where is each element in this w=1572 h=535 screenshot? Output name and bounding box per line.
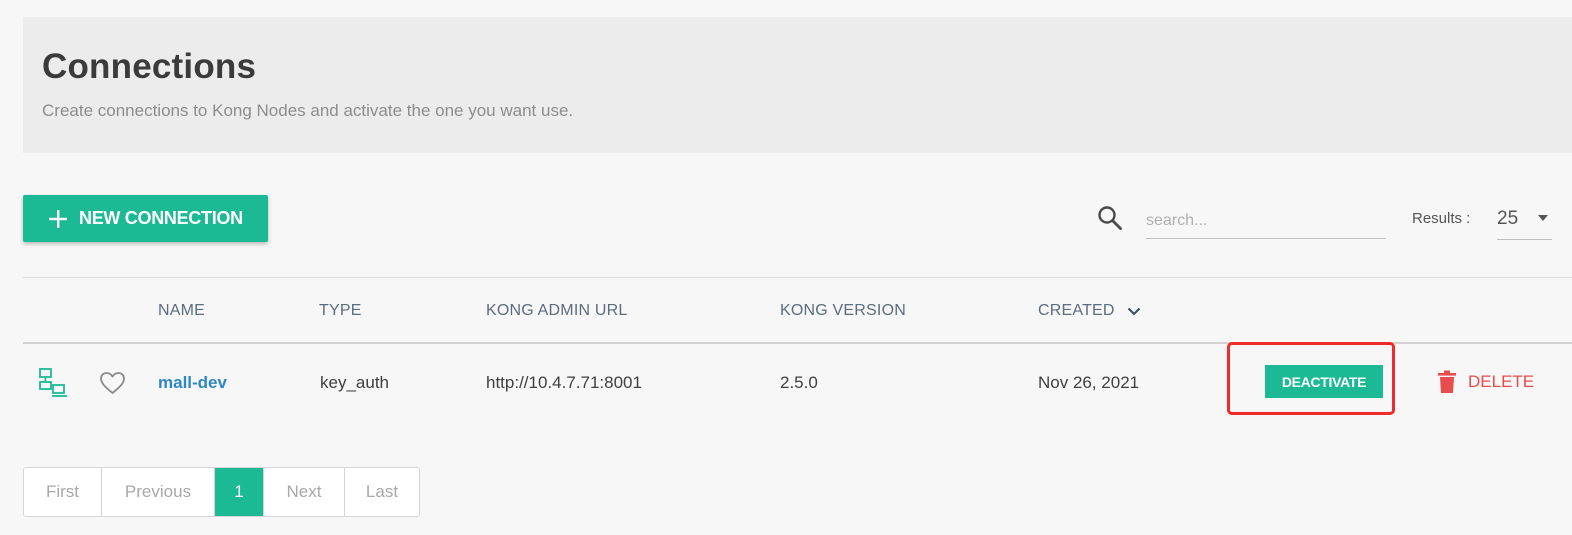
heart-icon[interactable]: [99, 371, 126, 395]
results-per-page-select[interactable]: 25: [1497, 203, 1552, 240]
page-subtitle: Create connections to Kong Nodes and act…: [42, 101, 574, 120]
column-header-url[interactable]: KONG ADMIN URL: [486, 302, 628, 320]
results-per-page-value: 25: [1497, 208, 1519, 229]
connection-created: Nov 26, 2021: [1038, 373, 1140, 392]
column-header-created[interactable]: CREATED: [1038, 302, 1141, 320]
network-nodes-icon[interactable]: [38, 368, 68, 398]
page-header: Connections Create connections to Kong N…: [23, 17, 1572, 153]
pagination-last[interactable]: Last: [345, 468, 419, 516]
chevron-down-icon: [1127, 307, 1140, 315]
delete-label: DELETE: [1468, 372, 1535, 391]
pagination-first[interactable]: First: [24, 468, 102, 516]
search-icon: [1098, 206, 1122, 230]
column-header-version[interactable]: KONG VERSION: [780, 302, 906, 320]
page-title: Connections: [42, 47, 257, 86]
new-connection-label: NEW CONNECTION: [79, 208, 243, 228]
connection-name-link[interactable]: mall-dev: [158, 373, 227, 393]
results-label: Results :: [1412, 210, 1471, 227]
plus-icon: [49, 209, 67, 228]
pagination-next[interactable]: Next: [264, 468, 345, 516]
delete-button[interactable]: DELETE: [1437, 370, 1534, 394]
caret-down-icon: [1538, 215, 1548, 221]
connections-page: Connections Create connections to Kong N…: [0, 0, 1572, 535]
search-input[interactable]: [1146, 204, 1386, 239]
pagination-previous[interactable]: Previous: [102, 468, 215, 516]
trash-icon: [1438, 370, 1456, 393]
connection-version: 2.5.0: [780, 373, 818, 392]
new-connection-button[interactable]: NEW CONNECTION: [23, 195, 268, 242]
pagination-current-page[interactable]: 1: [215, 468, 264, 516]
connection-type: key_auth: [320, 373, 389, 392]
connection-url: http://10.4.7.71:8001: [486, 373, 642, 392]
column-header-name[interactable]: NAME: [158, 302, 205, 320]
column-header-type[interactable]: TYPE: [319, 302, 362, 320]
pagination: First Previous 1 Next Last: [23, 467, 420, 517]
deactivate-button[interactable]: DEACTIVATE: [1265, 365, 1383, 398]
table-top-divider: [23, 277, 1572, 278]
column-header-created-label: CREATED: [1038, 302, 1115, 319]
